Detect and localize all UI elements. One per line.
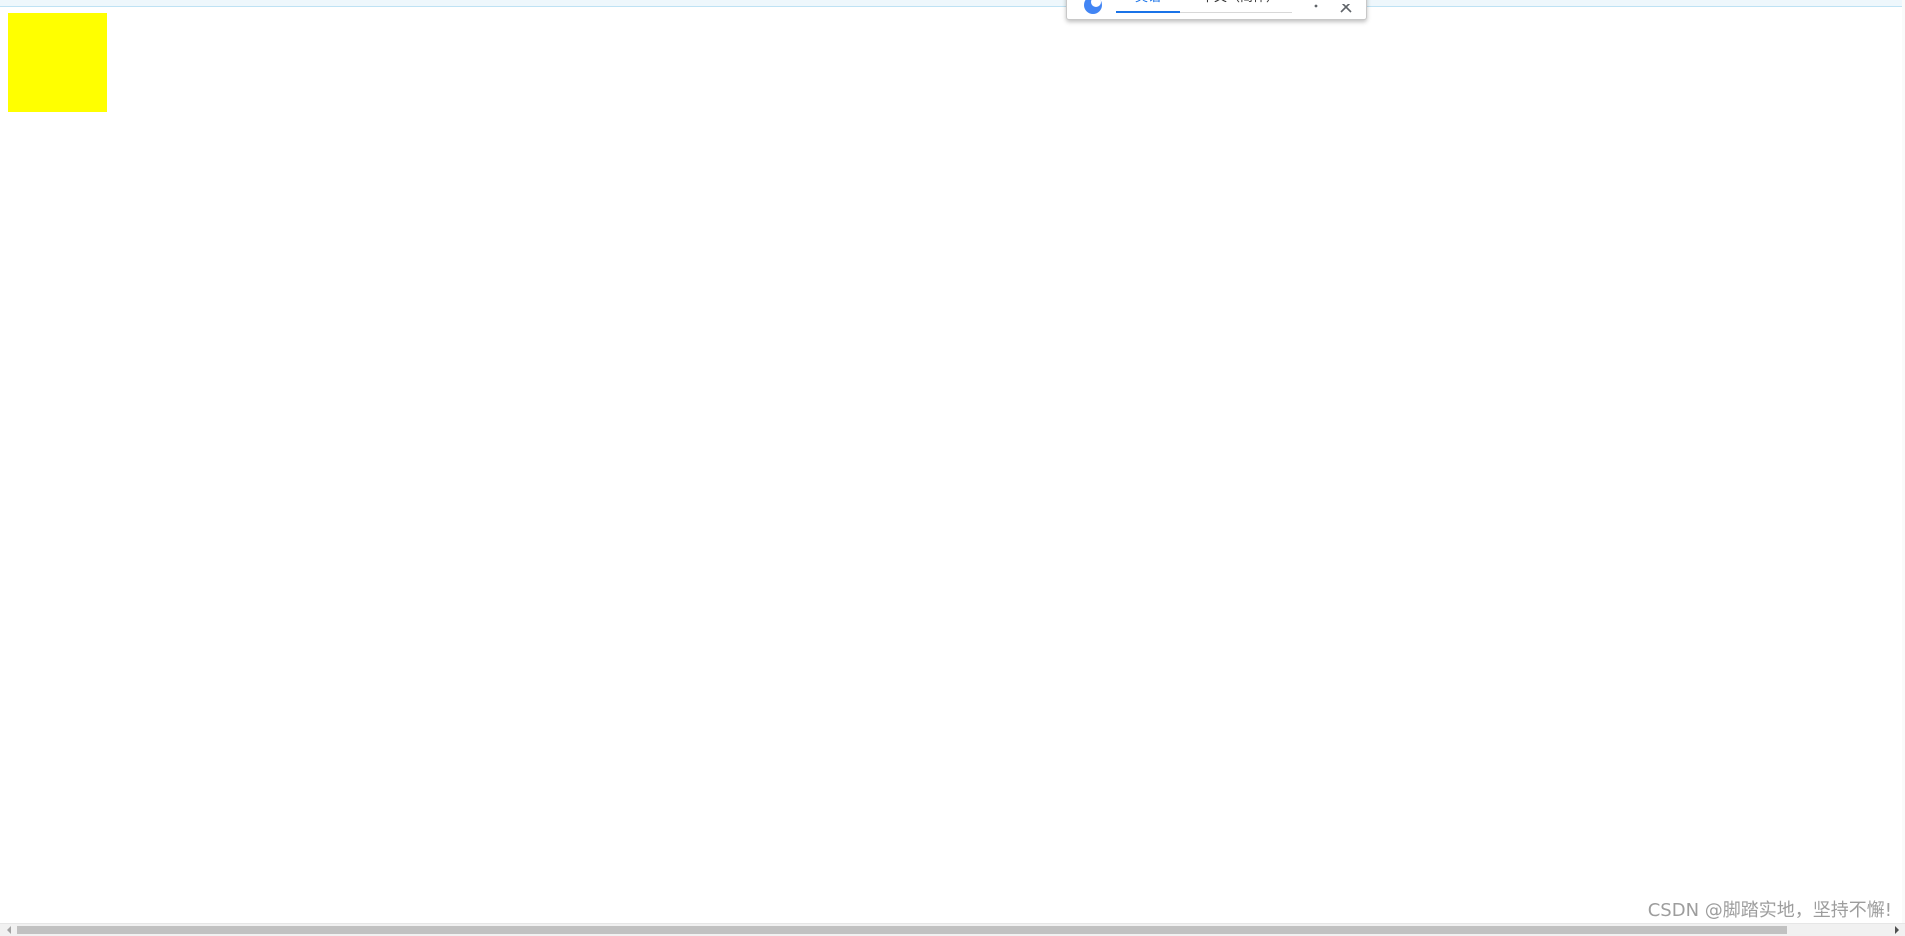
translate-popup: 英语 中文（简体） bbox=[1066, 0, 1367, 20]
top-highlight-band bbox=[0, 0, 1905, 7]
browser-viewport: 英语 中文（简体） CSDN @脚踏实地，坚持不懈! bbox=[0, 0, 1905, 936]
tab-english[interactable]: 英语 bbox=[1116, 0, 1180, 13]
horizontal-scrollbar[interactable] bbox=[0, 923, 1905, 936]
scrollbar-thumb[interactable] bbox=[17, 926, 1787, 934]
more-vert-icon[interactable] bbox=[1311, 3, 1321, 17]
yellow-square bbox=[8, 13, 107, 112]
language-tabs: 英语 中文（简体） bbox=[1116, 0, 1292, 13]
csdn-watermark: CSDN @脚踏实地，坚持不懈! bbox=[1647, 900, 1892, 921]
arrow-left-icon[interactable] bbox=[2, 924, 15, 936]
google-translate-icon[interactable] bbox=[1083, 0, 1103, 19]
arrow-right-icon[interactable] bbox=[1890, 924, 1903, 936]
tab-chinese-simplified[interactable]: 中文（简体） bbox=[1188, 0, 1292, 13]
close-icon[interactable] bbox=[1339, 1, 1353, 17]
